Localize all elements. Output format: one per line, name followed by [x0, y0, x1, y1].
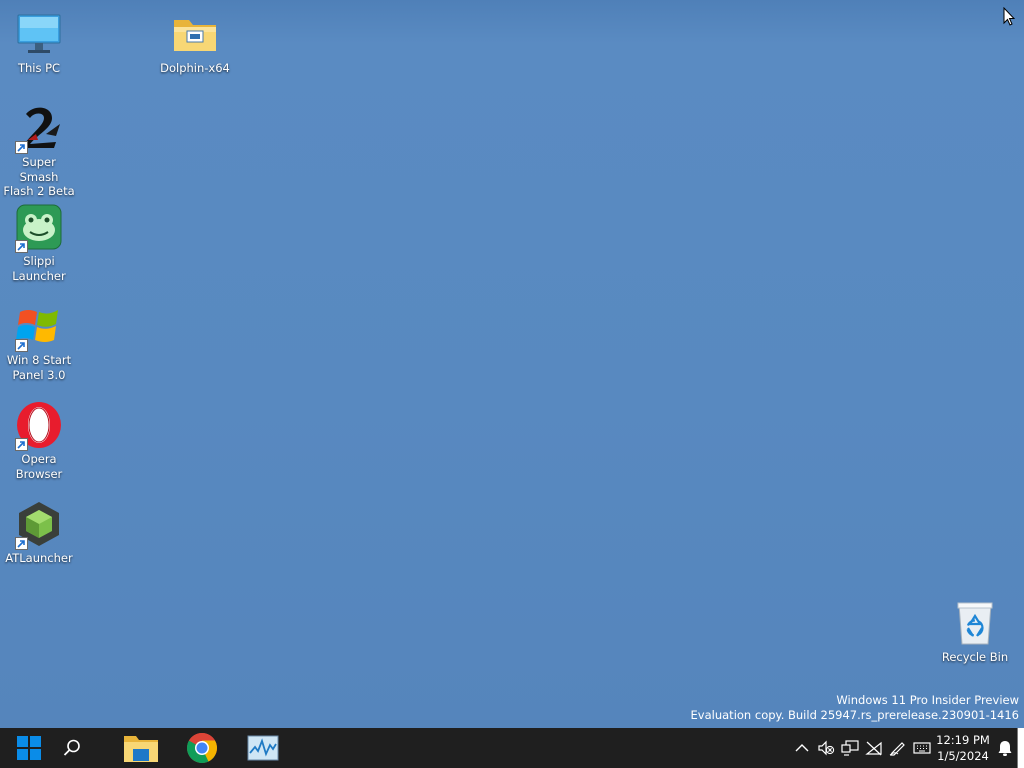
speaker-muted-icon [818, 740, 835, 756]
network-button[interactable] [841, 739, 859, 757]
keyboard-icon [913, 742, 931, 754]
touch-keyboard-button[interactable] [913, 739, 931, 757]
slippi-label: Slippi Launcher [12, 254, 66, 283]
shortcut-arrow-icon [15, 240, 28, 253]
atlauncher-icon [15, 500, 63, 550]
taskbar-app-resource-monitor[interactable] [240, 728, 286, 768]
clock-date: 1/5/2024 [937, 749, 989, 763]
windows-start-icon [17, 736, 41, 760]
shortcut-arrow-icon [15, 339, 28, 352]
watermark-line-2: Evaluation copy. Build 25947.rs_prerelea… [690, 708, 1019, 722]
shortcut-arrow-icon [15, 438, 28, 451]
desktop-icon-ssf2[interactable]: Super Smash Flash 2 Beta [1, 104, 77, 199]
desktop-icon-recycle-bin[interactable]: Recycle Bin [937, 599, 1013, 665]
show-desktop-button[interactable] [1017, 728, 1024, 768]
taskbar: 12:19 PM 1/5/2024 [0, 728, 1024, 768]
slippi-frog-icon [15, 203, 63, 253]
clock-time: 12:19 PM [936, 733, 990, 747]
opera-icon [15, 401, 63, 451]
start-button[interactable] [8, 728, 50, 768]
taskbar-app-chrome[interactable] [179, 728, 225, 768]
taskbar-app-file-explorer[interactable] [118, 728, 164, 768]
file-explorer-icon [124, 736, 158, 762]
watermark-line-1: Windows 11 Pro Insider Preview [836, 693, 1019, 707]
network-icon [841, 740, 859, 756]
chevron-up-icon [795, 744, 809, 752]
desktop[interactable]: This PC Dolphin-x64 Super Smash Flash 2 … [0, 0, 1024, 728]
resource-monitor-icon [247, 735, 279, 761]
desktop-icon-dolphin[interactable]: Dolphin-x64 [157, 10, 233, 76]
desktop-icon-win8-start-panel[interactable]: Win 8 Start Panel 3.0 [1, 302, 77, 382]
notification-bell-icon [998, 741, 1012, 756]
search-button[interactable] [54, 728, 90, 768]
desktop-icon-atlauncher[interactable]: ATLauncher [1, 500, 77, 566]
wifi-button[interactable] [865, 739, 883, 757]
desktop-icon-opera[interactable]: Opera Browser [1, 401, 77, 481]
dolphin-label: Dolphin-x64 [160, 61, 230, 75]
pen-icon [889, 742, 905, 756]
win8-label: Win 8 Start Panel 3.0 [6, 353, 72, 382]
shortcut-arrow-icon [15, 537, 28, 550]
chrome-icon [186, 732, 217, 764]
desktop-icon-slippi[interactable]: Slippi Launcher [1, 203, 77, 283]
desktop-icon-this-pc[interactable]: This PC [1, 10, 77, 76]
recycle-bin-icon [951, 599, 999, 647]
opera-label: Opera Browser [15, 452, 63, 481]
windows-flag-icon [15, 302, 63, 352]
build-watermark: Windows 11 Pro Insider Preview Evaluatio… [691, 693, 1019, 723]
this-pc-icon [15, 10, 63, 58]
search-icon [63, 739, 80, 756]
mouse-cursor-icon [1003, 6, 1016, 30]
clock[interactable]: 12:19 PM 1/5/2024 [932, 732, 994, 764]
atlauncher-label: ATLauncher [5, 551, 73, 565]
recycle-bin-label: Recycle Bin [941, 650, 1009, 664]
notifications-button[interactable] [996, 739, 1014, 757]
no-wifi-icon [865, 741, 882, 756]
folder-icon [171, 10, 219, 58]
volume-button[interactable] [817, 739, 835, 757]
show-hidden-icons-button[interactable] [793, 739, 811, 757]
ssf2-icon [15, 104, 63, 154]
this-pc-label: This PC [17, 61, 61, 75]
pen-menu-button[interactable] [889, 739, 907, 757]
shortcut-arrow-icon [15, 141, 28, 154]
ssf2-label: Super Smash Flash 2 Beta [3, 155, 75, 198]
